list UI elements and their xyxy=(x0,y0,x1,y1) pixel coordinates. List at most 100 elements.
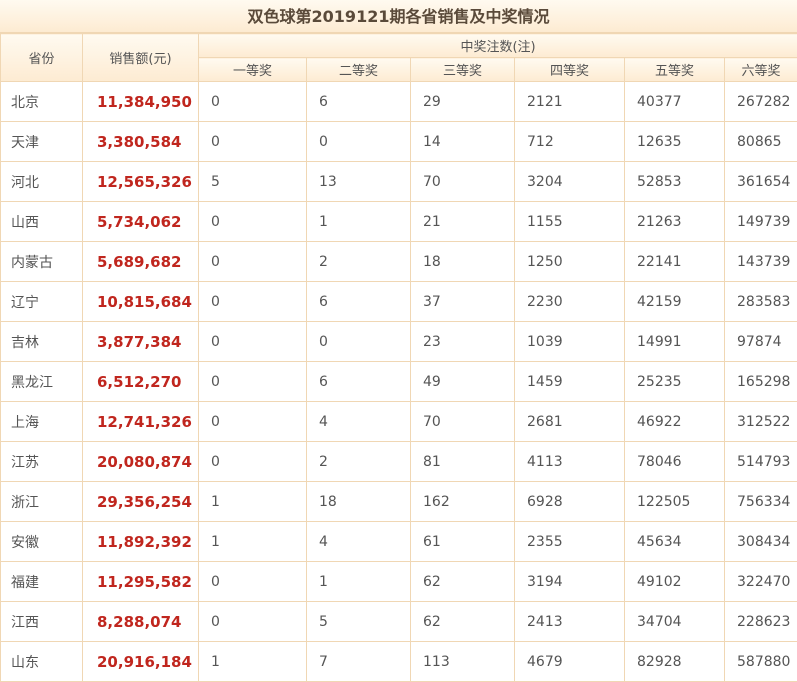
prize-count-cell-level-1: 0 xyxy=(199,602,307,642)
prize-count-cell-level-4: 1039 xyxy=(515,322,625,362)
prize-count-cell-level-3: 113 xyxy=(411,642,515,682)
prize-count-cell-level-5: 25235 xyxy=(625,362,725,402)
prize-count-cell-level-3: 81 xyxy=(411,442,515,482)
prize-count-cell-level-1: 0 xyxy=(199,322,307,362)
province-cell: 辽宁 xyxy=(1,282,83,322)
prize-count-cell-level-1: 0 xyxy=(199,202,307,242)
prize-count-cell-level-3: 21 xyxy=(411,202,515,242)
prize-count-cell-level-2: 18 xyxy=(307,482,411,522)
table-row: 辽宁10,815,6840637223042159283583 xyxy=(1,282,797,322)
province-cell: 浙江 xyxy=(1,482,83,522)
page-title: 双色球第2019121期各省销售及中奖情况 xyxy=(0,0,797,33)
sales-cell: 6,512,270 xyxy=(83,362,199,402)
prize-count-cell-level-3: 61 xyxy=(411,522,515,562)
prize-count-cell-level-3: 23 xyxy=(411,322,515,362)
prize-count-cell-level-2: 6 xyxy=(307,362,411,402)
sales-cell: 29,356,254 xyxy=(83,482,199,522)
prize-count-cell-level-6: 361654 xyxy=(725,162,797,202)
prize-count-cell-level-3: 62 xyxy=(411,562,515,602)
prize-count-cell-level-5: 40377 xyxy=(625,82,725,122)
prize-count-cell-level-1: 0 xyxy=(199,442,307,482)
table-row: 河北12,565,32651370320452853361654 xyxy=(1,162,797,202)
sales-table: 省份 销售额(元) 中奖注数(注) 一等奖二等奖三等奖四等奖五等奖六等奖 北京1… xyxy=(0,33,797,682)
prize-count-cell-level-6: 143739 xyxy=(725,242,797,282)
prize-count-cell-level-1: 0 xyxy=(199,242,307,282)
prize-count-cell-level-3: 14 xyxy=(411,122,515,162)
header-level-5: 五等奖 xyxy=(625,58,725,82)
prize-count-cell-level-2: 1 xyxy=(307,562,411,602)
sales-cell: 20,080,874 xyxy=(83,442,199,482)
prize-count-cell-level-6: 80865 xyxy=(725,122,797,162)
prize-count-cell-level-1: 0 xyxy=(199,122,307,162)
prize-count-cell-level-3: 70 xyxy=(411,402,515,442)
prize-count-cell-level-1: 0 xyxy=(199,282,307,322)
table-row: 北京11,384,9500629212140377267282 xyxy=(1,82,797,122)
table-header: 省份 销售额(元) 中奖注数(注) 一等奖二等奖三等奖四等奖五等奖六等奖 xyxy=(1,34,797,82)
province-cell: 山东 xyxy=(1,642,83,682)
prize-count-cell-level-2: 4 xyxy=(307,402,411,442)
province-cell: 河北 xyxy=(1,162,83,202)
header-level-2: 二等奖 xyxy=(307,58,411,82)
prize-count-cell-level-1: 5 xyxy=(199,162,307,202)
prize-count-cell-level-2: 13 xyxy=(307,162,411,202)
prize-count-cell-level-6: 312522 xyxy=(725,402,797,442)
sales-cell: 11,892,392 xyxy=(83,522,199,562)
table-row: 上海12,741,3260470268146922312522 xyxy=(1,402,797,442)
prize-count-cell-level-2: 2 xyxy=(307,442,411,482)
prize-count-cell-level-4: 4679 xyxy=(515,642,625,682)
header-level-4: 四等奖 xyxy=(515,58,625,82)
sales-cell: 3,380,584 xyxy=(83,122,199,162)
prize-count-cell-level-5: 42159 xyxy=(625,282,725,322)
prize-count-cell-level-4: 2681 xyxy=(515,402,625,442)
prize-count-cell-level-2: 2 xyxy=(307,242,411,282)
prize-count-cell-level-3: 29 xyxy=(411,82,515,122)
prize-count-cell-level-5: 46922 xyxy=(625,402,725,442)
province-cell: 江西 xyxy=(1,602,83,642)
prize-count-cell-level-1: 0 xyxy=(199,82,307,122)
prize-count-cell-level-4: 2230 xyxy=(515,282,625,322)
prize-count-cell-level-3: 37 xyxy=(411,282,515,322)
prize-count-cell-level-6: 97874 xyxy=(725,322,797,362)
prize-count-cell-level-2: 5 xyxy=(307,602,411,642)
prize-count-cell-level-6: 267282 xyxy=(725,82,797,122)
prize-count-cell-level-4: 3194 xyxy=(515,562,625,602)
prize-count-cell-level-5: 45634 xyxy=(625,522,725,562)
sales-cell: 3,877,384 xyxy=(83,322,199,362)
province-cell: 吉林 xyxy=(1,322,83,362)
table-row: 浙江29,356,2541181626928122505756334 xyxy=(1,482,797,522)
prize-count-cell-level-4: 2121 xyxy=(515,82,625,122)
table-body: 北京11,384,9500629212140377267282天津3,380,5… xyxy=(1,82,797,682)
prize-count-cell-level-2: 6 xyxy=(307,282,411,322)
province-cell: 江苏 xyxy=(1,442,83,482)
prize-count-cell-level-6: 149739 xyxy=(725,202,797,242)
prize-count-cell-level-6: 228623 xyxy=(725,602,797,642)
prize-count-cell-level-6: 587880 xyxy=(725,642,797,682)
prize-count-cell-level-5: 82928 xyxy=(625,642,725,682)
prize-count-cell-level-1: 1 xyxy=(199,482,307,522)
prize-count-cell-level-4: 6928 xyxy=(515,482,625,522)
sales-cell: 12,565,326 xyxy=(83,162,199,202)
prize-count-cell-level-1: 0 xyxy=(199,402,307,442)
sales-cell: 8,288,074 xyxy=(83,602,199,642)
header-province: 省份 xyxy=(1,34,83,82)
prize-count-cell-level-6: 165298 xyxy=(725,362,797,402)
header-level-6: 六等奖 xyxy=(725,58,797,82)
prize-count-cell-level-6: 322470 xyxy=(725,562,797,602)
prize-count-cell-level-1: 1 xyxy=(199,642,307,682)
prize-count-cell-level-2: 4 xyxy=(307,522,411,562)
province-cell: 山西 xyxy=(1,202,83,242)
prize-count-cell-level-1: 1 xyxy=(199,522,307,562)
sales-cell: 5,734,062 xyxy=(83,202,199,242)
prize-count-cell-level-4: 2355 xyxy=(515,522,625,562)
province-cell: 黑龙江 xyxy=(1,362,83,402)
prize-count-cell-level-5: 122505 xyxy=(625,482,725,522)
table-row: 内蒙古5,689,6820218125022141143739 xyxy=(1,242,797,282)
prize-count-cell-level-2: 6 xyxy=(307,82,411,122)
prize-count-cell-level-1: 0 xyxy=(199,362,307,402)
province-cell: 天津 xyxy=(1,122,83,162)
prize-count-cell-level-2: 0 xyxy=(307,322,411,362)
prize-count-cell-level-3: 70 xyxy=(411,162,515,202)
table-row: 江苏20,080,8740281411378046514793 xyxy=(1,442,797,482)
table-row: 江西8,288,0740562241334704228623 xyxy=(1,602,797,642)
table-row: 山东20,916,18417113467982928587880 xyxy=(1,642,797,682)
